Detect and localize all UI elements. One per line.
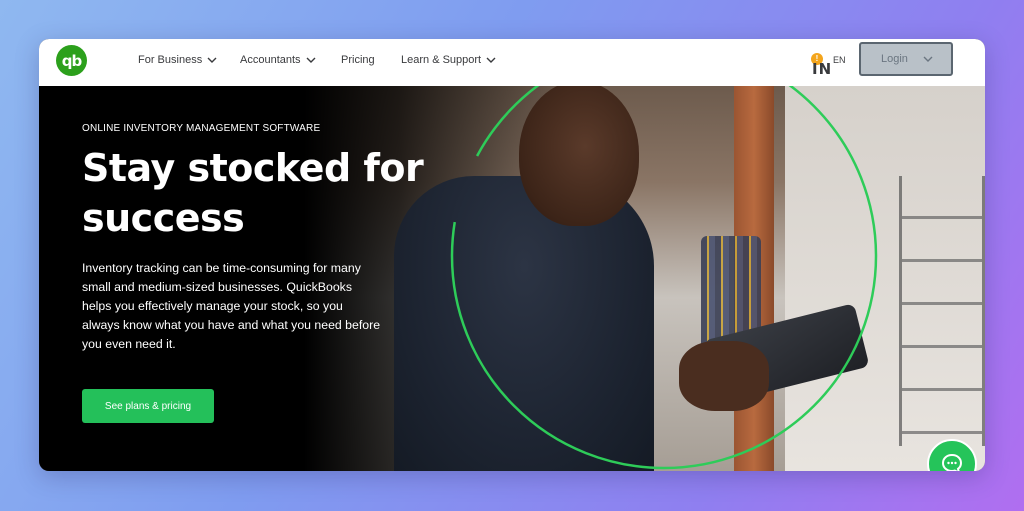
language-code: EN xyxy=(833,55,846,65)
nav-accountants[interactable]: Accountants xyxy=(240,54,316,66)
region-code: IN xyxy=(812,60,833,78)
browser-page: qb For Business Accountants Pricing Lear… xyxy=(39,39,985,471)
nav-label: Pricing xyxy=(341,54,375,66)
login-button[interactable]: Login xyxy=(859,42,953,76)
nav-learn-support[interactable]: Learn & Support xyxy=(401,54,496,66)
see-plans-pricing-button[interactable]: See plans & pricing xyxy=(82,389,214,423)
hero-headline: Stay stocked for success xyxy=(82,146,424,240)
chevron-down-icon xyxy=(923,56,933,62)
hero-section: ONLINE INVENTORY MANAGEMENT SOFTWARE Sta… xyxy=(39,86,985,471)
logo-text: qb xyxy=(61,51,83,70)
nav-label: Accountants xyxy=(240,54,301,66)
top-navigation: qb For Business Accountants Pricing Lear… xyxy=(39,39,985,86)
nav-pricing[interactable]: Pricing xyxy=(341,54,375,66)
nav-for-business[interactable]: For Business xyxy=(138,54,217,66)
login-label: Login xyxy=(881,53,908,65)
nav-label: For Business xyxy=(138,54,203,66)
hero-eyebrow: ONLINE INVENTORY MANAGEMENT SOFTWARE xyxy=(82,123,321,134)
hero-description: Inventory tracking can be time-consuming… xyxy=(82,261,381,351)
region-language-selector[interactable]: ! IN EN xyxy=(811,50,863,78)
chevron-down-icon xyxy=(306,57,316,63)
chevron-down-icon xyxy=(486,57,496,63)
quickbooks-logo[interactable]: qb xyxy=(56,45,87,76)
chat-bubble-icon xyxy=(941,453,963,471)
nav-label: Learn & Support xyxy=(401,54,482,66)
chevron-down-icon xyxy=(207,57,217,63)
